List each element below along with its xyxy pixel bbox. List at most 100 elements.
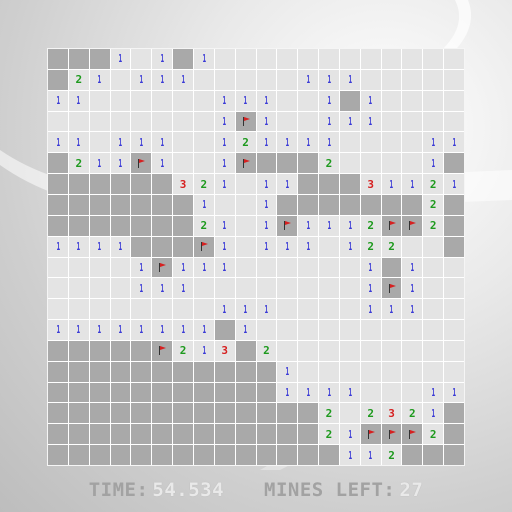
covered-cell[interactable] [152,236,173,257]
number-cell[interactable]: 1 [48,320,68,340]
open-cell[interactable] [152,299,173,320]
open-cell[interactable] [423,361,444,382]
number-cell[interactable]: 1 [131,257,152,278]
open-cell[interactable] [131,49,152,69]
number-cell[interactable]: 1 [381,299,402,320]
covered-cell[interactable] [235,382,256,403]
open-cell[interactable] [381,49,402,69]
open-cell[interactable] [68,257,89,278]
covered-cell[interactable] [68,361,89,382]
number-cell[interactable]: 1 [68,236,89,257]
open-cell[interactable] [423,299,444,320]
covered-cell[interactable] [110,194,131,215]
covered-cell[interactable] [444,445,464,465]
number-cell[interactable]: 1 [319,215,339,236]
covered-cell[interactable] [256,424,277,445]
covered-cell[interactable] [277,153,298,174]
open-cell[interactable] [402,153,423,174]
covered-cell[interactable] [110,424,131,445]
covered-cell[interactable] [402,194,423,215]
open-cell[interactable] [319,320,339,340]
open-cell[interactable] [277,49,298,69]
covered-cell[interactable] [256,153,277,174]
open-cell[interactable] [48,299,68,320]
number-cell[interactable]: 1 [68,320,89,340]
open-cell[interactable] [277,69,298,90]
flagged-cell[interactable] [381,424,402,445]
number-cell[interactable]: 1 [319,382,339,403]
open-cell[interactable] [360,132,381,153]
number-cell[interactable]: 2 [173,340,193,361]
open-cell[interactable] [402,132,423,153]
open-cell[interactable] [152,90,173,111]
covered-cell[interactable] [89,424,110,445]
covered-cell[interactable] [131,236,152,257]
open-cell[interactable] [173,90,193,111]
open-cell[interactable] [444,299,464,320]
open-cell[interactable] [402,49,423,69]
open-cell[interactable] [319,236,339,257]
covered-cell[interactable] [339,174,360,194]
number-cell[interactable]: 1 [214,90,235,111]
covered-cell[interactable] [235,340,256,361]
open-cell[interactable] [298,111,319,132]
open-cell[interactable] [68,278,89,299]
number-cell[interactable]: 1 [131,278,152,299]
covered-cell[interactable] [256,445,277,465]
open-cell[interactable] [298,361,319,382]
covered-cell[interactable] [89,382,110,403]
covered-cell[interactable] [131,445,152,465]
covered-cell[interactable] [110,340,131,361]
covered-cell[interactable] [173,445,193,465]
covered-cell[interactable] [444,236,464,257]
open-cell[interactable] [423,90,444,111]
covered-cell[interactable] [214,445,235,465]
number-cell[interactable]: 1 [339,69,360,90]
open-cell[interactable] [339,320,360,340]
number-cell[interactable]: 1 [152,153,173,174]
flagged-cell[interactable] [277,215,298,236]
open-cell[interactable] [256,257,277,278]
covered-cell[interactable] [152,445,173,465]
open-cell[interactable] [423,320,444,340]
covered-cell[interactable] [89,174,110,194]
open-cell[interactable] [423,111,444,132]
number-cell[interactable]: 1 [68,132,89,153]
open-cell[interactable] [235,69,256,90]
open-cell[interactable] [339,278,360,299]
open-cell[interactable] [381,153,402,174]
open-cell[interactable] [235,236,256,257]
number-cell[interactable]: 1 [131,132,152,153]
covered-cell[interactable] [193,382,214,403]
open-cell[interactable] [214,69,235,90]
open-cell[interactable] [360,361,381,382]
number-cell[interactable]: 1 [319,132,339,153]
number-cell[interactable]: 2 [319,424,339,445]
covered-cell[interactable] [339,90,360,111]
covered-cell[interactable] [68,445,89,465]
covered-cell[interactable] [381,194,402,215]
number-cell[interactable]: 1 [277,382,298,403]
open-cell[interactable] [173,132,193,153]
covered-cell[interactable] [131,403,152,424]
covered-cell[interactable] [131,382,152,403]
covered-cell[interactable] [214,382,235,403]
open-cell[interactable] [402,340,423,361]
covered-cell[interactable] [319,194,339,215]
covered-cell[interactable] [152,424,173,445]
open-cell[interactable] [131,111,152,132]
covered-cell[interactable] [68,403,89,424]
open-cell[interactable] [423,49,444,69]
number-cell[interactable]: 1 [214,111,235,132]
open-cell[interactable] [235,174,256,194]
open-cell[interactable] [423,257,444,278]
covered-cell[interactable] [193,361,214,382]
covered-cell[interactable] [48,340,68,361]
number-cell[interactable]: 1 [193,340,214,361]
open-cell[interactable] [319,340,339,361]
covered-cell[interactable] [235,403,256,424]
number-cell[interactable]: 1 [360,90,381,111]
number-cell[interactable]: 1 [319,69,339,90]
covered-cell[interactable] [339,194,360,215]
number-cell[interactable]: 1 [193,257,214,278]
